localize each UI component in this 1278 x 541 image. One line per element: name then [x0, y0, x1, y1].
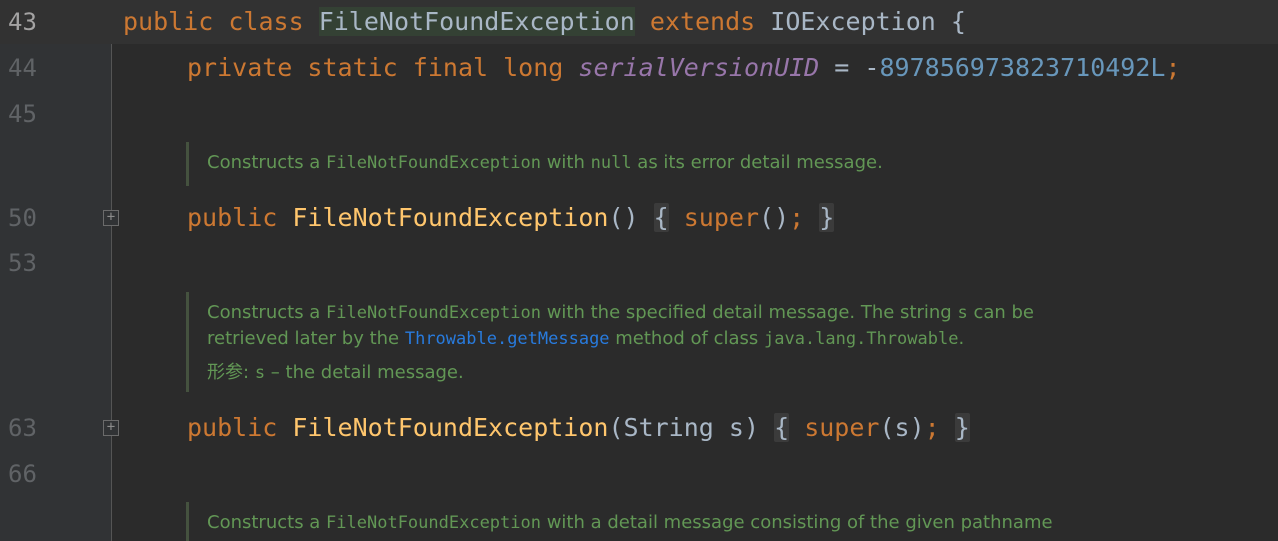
super-class-name: IOException: [770, 7, 936, 36]
semicolon: ;: [1165, 53, 1181, 82]
operator: =: [834, 53, 850, 82]
line-number: 63: [8, 414, 37, 442]
doc-text: can be: [967, 302, 1034, 323]
code-line-50[interactable]: public FileNotFoundException() { super()…: [187, 196, 835, 240]
semicolon: ;: [789, 203, 805, 232]
gutter-separator: [111, 0, 112, 541]
code-line-43[interactable]: public class FileNotFoundException exten…: [123, 0, 966, 44]
doc-code: FileNotFoundException: [326, 303, 541, 323]
doc-text: retrieved later by the: [207, 328, 405, 349]
doc-code: FileNotFoundException: [326, 513, 541, 533]
param-label: 形参:: [207, 362, 250, 383]
code-line-63[interactable]: public FileNotFoundException(String s) {…: [187, 406, 970, 450]
line-number: 43: [8, 8, 37, 36]
call-parens: (): [759, 203, 790, 232]
open-paren: (: [608, 413, 624, 442]
doc-code: FileNotFoundException: [326, 153, 541, 173]
javadoc-block: Constructs a FileNotFoundException with …: [186, 142, 883, 186]
keyword: static: [307, 53, 398, 82]
fold-expand-icon[interactable]: +: [103, 420, 119, 436]
folded-open-brace: {: [774, 413, 790, 442]
number-literal: 897856973823710492L: [879, 53, 1166, 82]
line-number: 53: [8, 249, 37, 277]
code-line-44[interactable]: private static final long serialVersionU…: [187, 46, 1181, 90]
javadoc-block: Constructs a FileNotFoundException with …: [186, 502, 1053, 541]
line-number: 50: [8, 204, 37, 232]
keyword: class: [228, 7, 304, 36]
line-number: 44: [8, 54, 37, 82]
keyword: long: [503, 53, 564, 82]
doc-code: s: [957, 303, 968, 323]
keyword: extends: [649, 7, 756, 36]
doc-text: with a detail message consisting of the …: [540, 512, 1053, 533]
keyword: public: [123, 7, 214, 36]
doc-text: Constructs a: [207, 302, 327, 323]
type-name: String: [623, 413, 714, 442]
constructor-name: FileNotFoundException: [292, 413, 609, 442]
doc-text: method of class: [609, 328, 764, 349]
keyword: final: [412, 53, 489, 82]
parens: (): [608, 203, 639, 232]
doc-text: with: [540, 152, 591, 173]
keyword: private: [187, 53, 293, 82]
folded-open-brace: {: [653, 203, 669, 232]
doc-code: null: [590, 153, 632, 173]
line-number: 66: [8, 460, 37, 488]
operator: -: [864, 53, 880, 82]
keyword: public: [187, 413, 278, 442]
doc-text: Constructs a: [207, 152, 327, 173]
keyword: super: [804, 413, 880, 442]
field-name: serialVersionUID: [578, 53, 820, 82]
doc-text: with the specified detail message. The s…: [540, 302, 958, 323]
keyword: super: [683, 203, 760, 232]
open-brace: {: [950, 7, 966, 36]
doc-text: .: [958, 328, 965, 349]
fold-expand-icon[interactable]: +: [103, 210, 119, 226]
constructor-name: FileNotFoundException: [292, 203, 609, 232]
doc-text: as its error detail message.: [631, 152, 883, 173]
close-paren: ): [743, 413, 760, 442]
semicolon: ;: [924, 413, 940, 442]
class-name: FileNotFoundException: [318, 7, 635, 36]
call-args: (s): [879, 413, 925, 442]
javadoc-block: Constructs a FileNotFoundException with …: [186, 292, 1034, 392]
keyword: public: [187, 203, 278, 232]
folded-close-brace: }: [954, 413, 970, 442]
folded-close-brace: }: [819, 203, 835, 232]
doc-link[interactable]: Throwable.getMessage: [405, 329, 610, 349]
line-number: 45: [8, 100, 37, 128]
param-name: s: [254, 363, 266, 383]
param-description: – the detail message.: [265, 362, 464, 383]
parameter-name: s: [728, 413, 744, 442]
doc-code: java.lang.Throwable: [763, 329, 959, 349]
doc-text: Constructs a: [207, 512, 327, 533]
